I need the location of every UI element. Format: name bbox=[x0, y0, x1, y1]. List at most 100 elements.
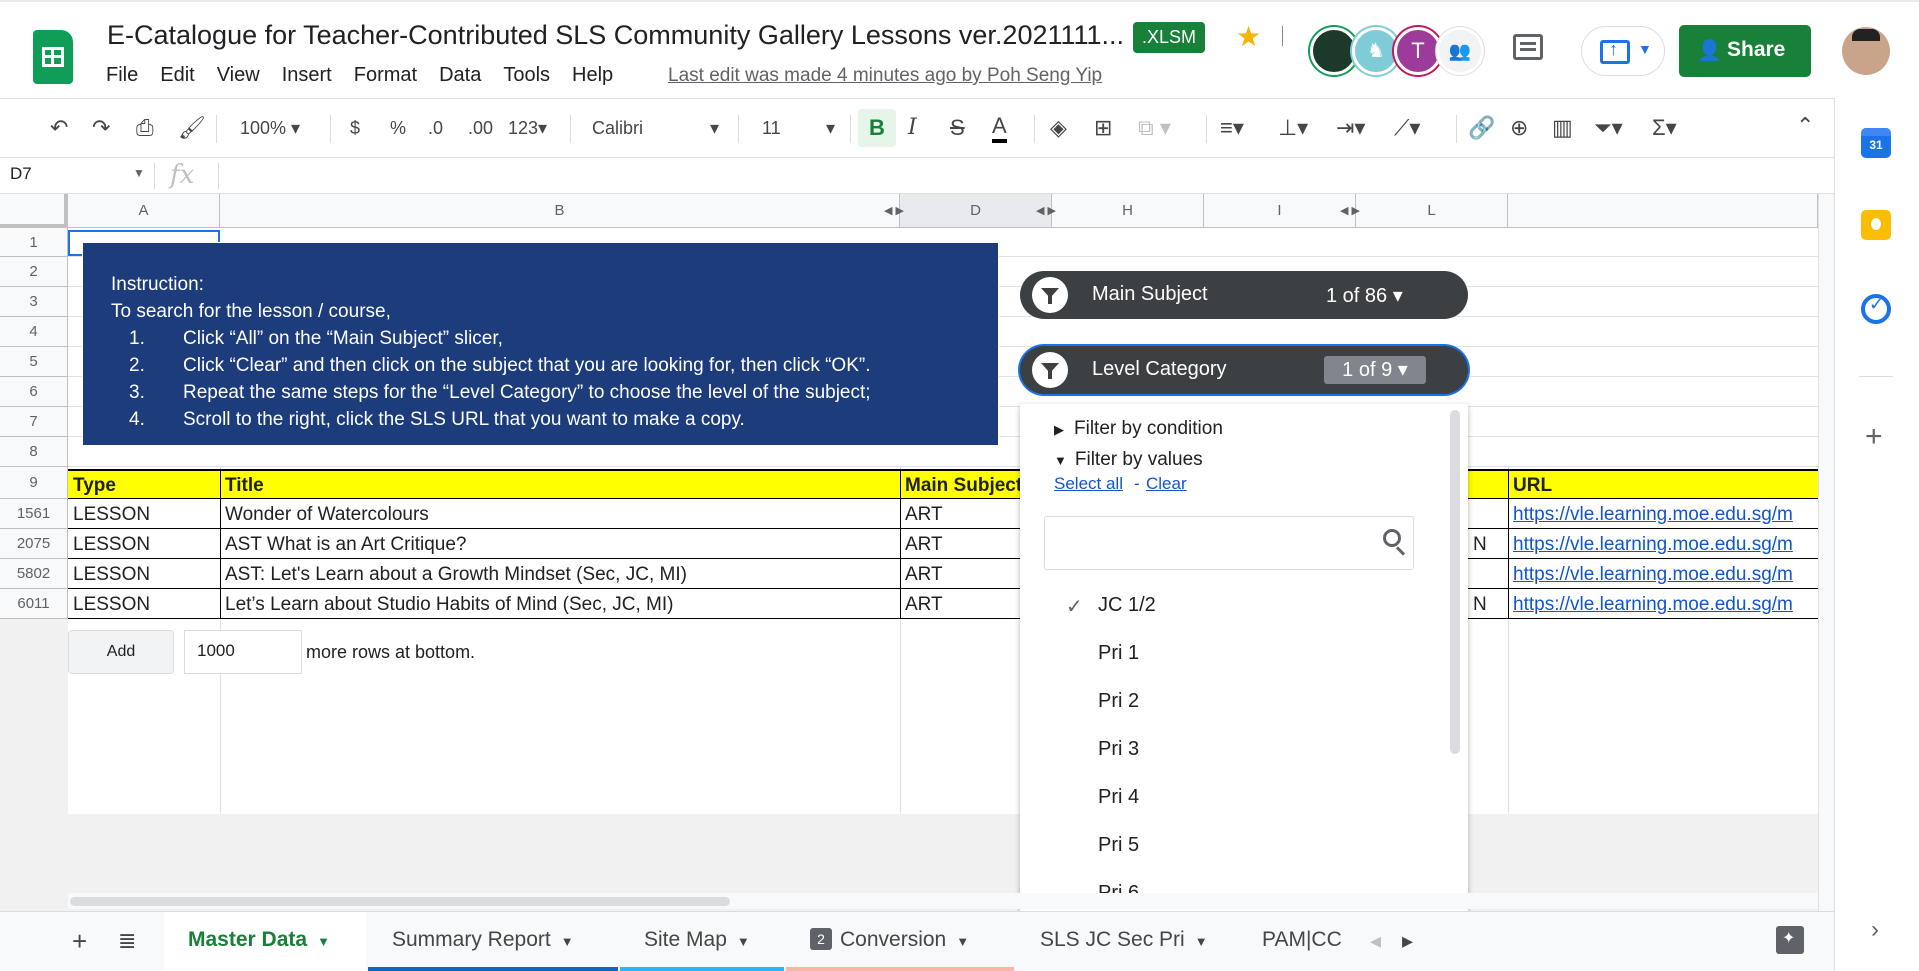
chevron-down-icon[interactable]: ▾ bbox=[710, 113, 719, 143]
print-icon[interactable]: ⎙ bbox=[136, 113, 154, 143]
row-header[interactable]: 3 bbox=[0, 287, 68, 317]
slicer-count[interactable]: 1 of 86 ▾ bbox=[1326, 283, 1403, 308]
filter-value-item[interactable]: Pri 5 bbox=[1098, 834, 1139, 857]
filter-by-values-toggle[interactable]: ▼ Filter by values bbox=[1054, 449, 1203, 471]
vertical-align-icon[interactable]: ⊥▾ bbox=[1278, 113, 1308, 143]
italic-button[interactable]: I bbox=[908, 113, 917, 143]
cell-type[interactable]: LESSON bbox=[73, 594, 150, 616]
cell-url-link[interactable]: https://vle.learning.moe.edu.sg/m bbox=[1513, 534, 1818, 556]
select-all-corner[interactable] bbox=[0, 194, 68, 228]
menu-format[interactable]: Format bbox=[354, 64, 417, 87]
tasks-icon[interactable] bbox=[1861, 294, 1891, 324]
fill-color-icon[interactable]: ◈ bbox=[1050, 113, 1067, 143]
row-header[interactable]: 4 bbox=[0, 317, 68, 347]
slicer-main-subject[interactable]: Main Subject 1 of 86 ▾ bbox=[1020, 271, 1468, 319]
filter-value-item[interactable]: Pri 2 bbox=[1098, 690, 1139, 713]
horizontal-scrollbar[interactable] bbox=[68, 893, 1818, 909]
explore-icon[interactable] bbox=[1776, 926, 1804, 954]
decrease-decimal-button[interactable]: .0 bbox=[428, 113, 443, 143]
increase-decimal-button[interactable]: .00 bbox=[468, 113, 493, 143]
cell-main-subject[interactable]: ART bbox=[905, 564, 943, 586]
table-row[interactable]: LESSON Wonder of Watercolours ART https:… bbox=[68, 499, 1818, 529]
scroll-thumb[interactable] bbox=[70, 897, 730, 906]
add-sheet-icon[interactable]: + bbox=[72, 926, 87, 957]
cell-title[interactable]: AST What is an Art Critique? bbox=[225, 534, 466, 556]
text-color-button[interactable]: A bbox=[992, 113, 1007, 143]
cell-type[interactable]: LESSON bbox=[73, 564, 150, 586]
present-button[interactable]: ▼ bbox=[1581, 26, 1665, 76]
cell-type[interactable]: LESSON bbox=[73, 534, 150, 556]
cell-type[interactable]: LESSON bbox=[73, 504, 150, 526]
cell-title[interactable]: Wonder of Watercolours bbox=[225, 504, 429, 526]
strikethrough-button[interactable]: S bbox=[950, 113, 965, 143]
column-header[interactable] bbox=[1508, 194, 1818, 228]
cell-main-subject[interactable]: ART bbox=[905, 594, 943, 616]
last-edit-link[interactable]: Last edit was made 4 minutes ago by Poh … bbox=[668, 65, 1102, 87]
paint-format-icon[interactable]: 🖌 bbox=[178, 113, 206, 143]
bold-button[interactable]: B bbox=[858, 109, 896, 147]
menu-insert[interactable]: Insert bbox=[282, 64, 332, 87]
document-title[interactable]: E-Catalogue for Teacher-Contributed SLS … bbox=[107, 20, 1124, 51]
keep-icon[interactable] bbox=[1861, 210, 1891, 240]
filter-value-item[interactable]: Pri 4 bbox=[1098, 786, 1139, 809]
select-all-link[interactable]: Select all bbox=[1054, 474, 1123, 494]
borders-icon[interactable]: ⊞ bbox=[1094, 113, 1112, 143]
table-row[interactable]: LESSON AST What is an Art Critique? ART … bbox=[68, 529, 1818, 559]
column-header[interactable]: H bbox=[1052, 194, 1204, 228]
percent-format-button[interactable]: % bbox=[390, 113, 406, 143]
merge-cells-icon[interactable]: ⧉ ▾ bbox=[1138, 113, 1171, 143]
dropdown-scrollbar[interactable] bbox=[1450, 410, 1460, 754]
cell-partial[interactable]: N bbox=[1473, 534, 1487, 556]
column-header[interactable]: L bbox=[1356, 194, 1508, 228]
undo-icon[interactable]: ↶ bbox=[50, 113, 68, 143]
column-header[interactable]: A bbox=[68, 194, 220, 228]
filter-icon[interactable]: ⏷▾ bbox=[1594, 113, 1623, 143]
row-header[interactable]: 5 bbox=[0, 347, 68, 377]
row-header[interactable]: 7 bbox=[0, 407, 68, 437]
add-rows-button[interactable]: Add bbox=[68, 630, 174, 674]
cell-url-link[interactable]: https://vle.learning.moe.edu.sg/m bbox=[1513, 564, 1818, 586]
font-size-select[interactable]: 11 bbox=[762, 113, 781, 143]
menu-view[interactable]: View bbox=[217, 64, 260, 87]
tab-summary-report[interactable]: Summary Report ▼ bbox=[368, 912, 618, 971]
cell-partial[interactable]: N bbox=[1473, 594, 1487, 616]
star-icon[interactable]: ★ bbox=[1236, 20, 1261, 53]
comment-history-icon[interactable] bbox=[1513, 34, 1543, 60]
cell-url-link[interactable]: https://vle.learning.moe.edu.sg/m bbox=[1513, 504, 1818, 526]
filter-value-item[interactable]: Pri 1 bbox=[1098, 642, 1139, 665]
chevron-down-icon[interactable]: ▾ bbox=[826, 113, 835, 143]
scroll-tabs-left-icon[interactable]: ◂ bbox=[1370, 928, 1381, 954]
more-formats-button[interactable]: 123▾ bbox=[508, 113, 547, 143]
insert-chart-icon[interactable]: ▥ bbox=[1552, 113, 1573, 143]
row-header[interactable]: 5802 bbox=[0, 559, 68, 589]
row-header[interactable]: 2075 bbox=[0, 529, 68, 559]
menu-edit[interactable]: Edit bbox=[160, 64, 194, 87]
calendar-icon[interactable]: 31 bbox=[1861, 128, 1891, 158]
slicer-count[interactable]: 1 of 9 ▾ bbox=[1324, 356, 1426, 384]
filter-by-condition-toggle[interactable]: ▶ Filter by condition bbox=[1054, 418, 1223, 440]
currency-format-button[interactable]: $ bbox=[350, 113, 360, 143]
clear-link[interactable]: Clear bbox=[1146, 474, 1187, 494]
scroll-tabs-right-icon[interactable]: ▸ bbox=[1402, 928, 1413, 954]
redo-icon[interactable]: ↷ bbox=[92, 113, 110, 143]
font-select[interactable]: Calibri bbox=[592, 113, 643, 143]
row-header[interactable]: 1 bbox=[0, 228, 68, 257]
tab-pam-cc[interactable]: PAM|CC bbox=[1238, 912, 1344, 970]
tab-sls-jc-sec-pri[interactable]: SLS JC Sec Pri ▼ bbox=[1016, 912, 1236, 970]
hidden-columns-arrow-icon[interactable]: ◀ ▶ bbox=[1340, 204, 1360, 217]
sheets-logo-icon[interactable] bbox=[33, 30, 73, 84]
name-box[interactable]: D7 bbox=[10, 164, 32, 184]
column-header[interactable]: D bbox=[900, 194, 1052, 228]
row-header[interactable]: 9 bbox=[0, 467, 68, 499]
cell-url-link[interactable]: https://vle.learning.moe.edu.sg/m bbox=[1513, 594, 1818, 616]
add-addon-icon[interactable]: + bbox=[1865, 420, 1883, 454]
table-row[interactable]: LESSON AST: Let's Learn about a Growth M… bbox=[68, 559, 1818, 589]
collaborator-avatar[interactable] bbox=[1310, 27, 1358, 75]
tab-site-map[interactable]: Site Map ▼ bbox=[620, 912, 784, 971]
rows-count-input[interactable]: 1000 bbox=[184, 630, 302, 674]
functions-icon[interactable]: Σ▾ bbox=[1652, 113, 1677, 143]
collapse-menus-icon[interactable]: ⌃ bbox=[1796, 113, 1814, 139]
cell-title[interactable]: Let’s Learn about Studio Habits of Mind … bbox=[225, 594, 673, 616]
insert-comment-icon[interactable]: ⊕ bbox=[1510, 113, 1528, 143]
insert-link-icon[interactable]: 🔗 bbox=[1468, 113, 1495, 143]
